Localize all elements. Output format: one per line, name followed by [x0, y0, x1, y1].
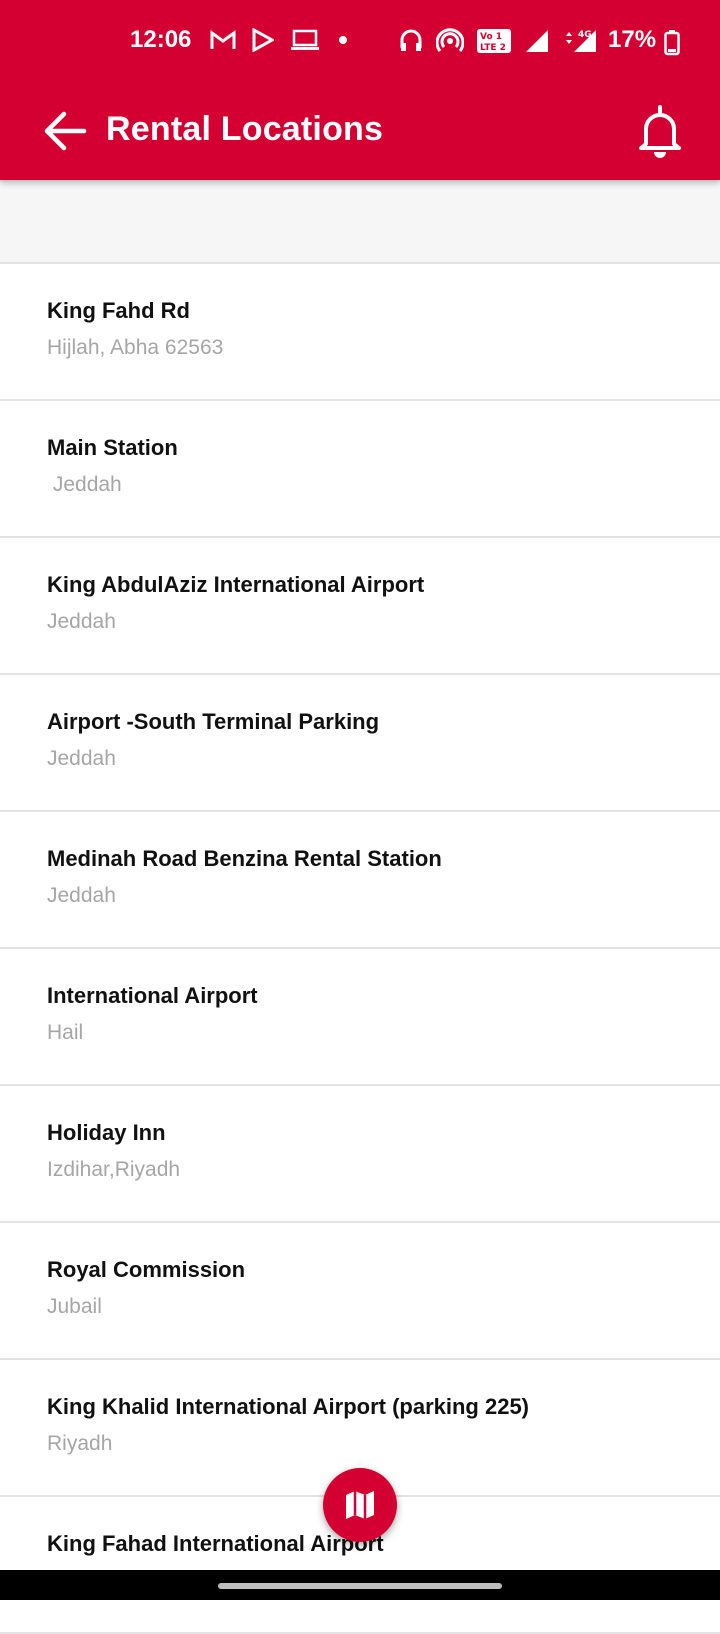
location-item[interactable]: Medinah Road Benzina Rental Station Jedd…: [0, 812, 720, 949]
status-system-icons: Vo 1 LTE 2 4G: [398, 28, 600, 54]
battery-icon: [664, 30, 680, 56]
location-area: Jeddah: [47, 610, 116, 633]
location-name: King Fahd Rd: [47, 298, 190, 323]
dot-icon: [339, 36, 347, 44]
location-area: Hijlah, Abha 62563: [47, 336, 224, 359]
volte-icon: Vo 1LTE 2: [477, 29, 511, 53]
location-name: Airport -South Terminal Parking: [47, 709, 380, 734]
svg-text:4G: 4G: [578, 30, 592, 40]
rental-locations-list: King Fahd Rd Hijlah, Abha 62563 Main Sta…: [0, 264, 720, 1634]
map-icon: [346, 1491, 374, 1519]
location-name: Medinah Road Benzina Rental Station: [47, 846, 442, 871]
status-notification-icons: [210, 28, 350, 52]
laptop-icon: [291, 29, 319, 50]
app-bar: Rental Locations: [0, 86, 720, 180]
location-area: Izdihar,Riyadh: [47, 1158, 181, 1181]
location-name: King Fahad International Airport: [47, 1531, 384, 1556]
location-item[interactable]: King AbdulAziz International Airport Jed…: [0, 538, 720, 675]
status-time: 12:06: [130, 26, 192, 53]
back-arrow-icon: [44, 111, 87, 151]
location-area: Jubail: [47, 1295, 102, 1318]
home-gesture-handle[interactable]: [218, 1583, 502, 1589]
location-area: Hail: [47, 1021, 84, 1044]
status-bar: 12:06 Vo 1 LTE 2 4G 17%: [0, 0, 720, 86]
location-name: Holiday Inn: [47, 1120, 166, 1145]
location-name: King AbdulAziz International Airport: [47, 572, 425, 597]
location-item[interactable]: Airport -South Terminal Parking Jeddah: [0, 675, 720, 812]
notifications-button[interactable]: [634, 102, 686, 160]
signal-icon: [526, 30, 548, 52]
location-area: Jeddah: [47, 473, 122, 496]
list-header-spacer: [0, 180, 720, 264]
map-view-button[interactable]: [323, 1468, 397, 1542]
location-name: International Airport: [47, 983, 258, 1008]
signal-4g-icon: 4G: [566, 30, 596, 52]
system-nav-bar: [0, 1570, 720, 1600]
svg-text:Vo 1: Vo 1: [480, 32, 502, 42]
location-name: King Khalid International Airport (parki…: [47, 1394, 530, 1419]
bell-icon: [639, 105, 681, 158]
hotspot-icon: [436, 28, 464, 52]
gmail-icon: [210, 30, 236, 49]
location-area: Riyadh: [47, 1432, 113, 1455]
location-name: Royal Commission: [47, 1257, 246, 1282]
svg-text:LTE 2: LTE 2: [480, 43, 506, 53]
play-store-icon: [252, 28, 274, 52]
location-name: Main Station: [47, 435, 178, 460]
location-item[interactable]: Main Station Jeddah: [0, 401, 720, 538]
battery-percentage: 17%: [608, 26, 657, 53]
location-item[interactable]: Holiday Inn Izdihar,Riyadh: [0, 1086, 720, 1223]
location-area: Jeddah: [47, 747, 116, 770]
location-area: Jeddah: [47, 884, 116, 907]
page-title: Rental Locations: [106, 110, 384, 148]
headphones-icon: [400, 29, 422, 51]
location-item[interactable]: Royal Commission Jubail: [0, 1223, 720, 1360]
location-item[interactable]: International Airport Hail: [0, 949, 720, 1086]
location-item[interactable]: King Fahd Rd Hijlah, Abha 62563: [0, 264, 720, 401]
back-button[interactable]: [42, 108, 88, 154]
